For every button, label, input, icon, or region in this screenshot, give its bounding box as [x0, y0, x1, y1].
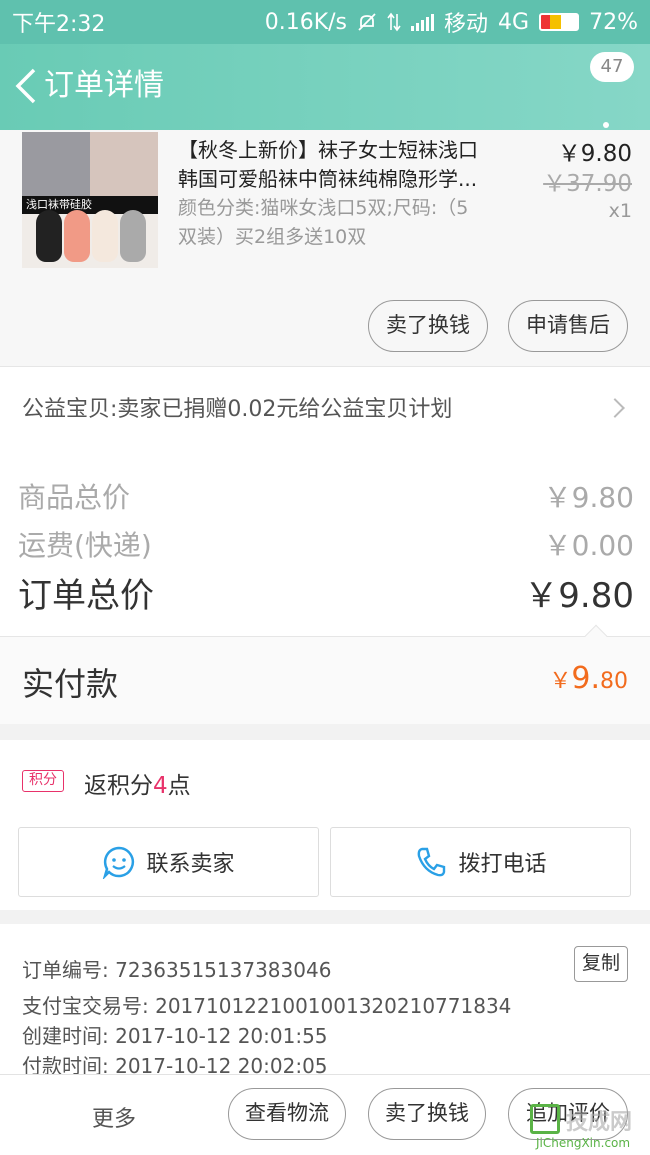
product-thumbnail[interactable]: 浅口袜带硅胶: [22, 132, 158, 268]
product-attributes: 颜色分类:猫咪女浅口5双;尺码:（5 双装）买2组多送10双: [178, 197, 469, 248]
data-transfer-icon: [387, 12, 401, 32]
back-arrow-icon[interactable]: [12, 66, 40, 106]
product-card[interactable]: 浅口袜带硅胶 【秋冬上新价】袜子女士短袜浅口 韩国可爱船袜中筒袜纯棉隐形学...…: [0, 130, 650, 366]
sell-again-button[interactable]: 卖了换钱: [368, 1088, 486, 1140]
status-time: 下午2:32: [12, 12, 106, 37]
order-total-row: 订单总价 ￥9.80: [18, 576, 634, 616]
carrier-name: 移动: [444, 12, 489, 37]
call-phone-button[interactable]: 拨打电话: [330, 827, 631, 897]
chat-smile-icon: [103, 846, 135, 879]
actual-payment-amount: ￥9.80: [549, 661, 628, 696]
chevron-right-icon: [605, 398, 625, 418]
points-badge: 积分: [22, 770, 64, 792]
message-count-badge[interactable]: 47: [590, 52, 634, 82]
created-time: 创建时间: 2017-10-12 20:01:55: [22, 1024, 328, 1048]
shipping-row: 运费(快递) ￥0.00: [18, 529, 634, 562]
network-type: 4G: [498, 9, 530, 35]
after-sale-button[interactable]: 申请售后: [508, 300, 628, 352]
alipay-trade-number: 支付宝交易号: 2017101221001001320210771834: [22, 994, 512, 1018]
order-info: 订单编号: 72363515137383046 复制 支付宝交易号: 20171…: [0, 924, 650, 1078]
sell-button[interactable]: 卖了换钱: [368, 300, 488, 352]
more-button[interactable]: 更多: [92, 1101, 136, 1133]
product-quantity: x1: [608, 200, 632, 222]
product-title[interactable]: 【秋冬上新价】袜子女士短袜浅口 韩国可爱船袜中筒袜纯棉隐形学...: [178, 136, 508, 194]
contact-seller-button[interactable]: 联系卖家: [18, 827, 319, 897]
order-number: 订单编号: 72363515137383046: [22, 958, 332, 982]
battery-icon: [539, 13, 580, 31]
signal-icon: [411, 13, 435, 31]
mute-icon: [358, 13, 376, 31]
product-price: ￥9.80: [557, 141, 632, 167]
page-title: 订单详情: [44, 68, 164, 103]
points-section: 积分 返积分4点 联系卖家 拨打电话: [0, 740, 650, 910]
copy-button[interactable]: 复制: [574, 946, 628, 982]
phone-icon: [418, 847, 446, 877]
nav-bar: 订单详情 47: [0, 44, 650, 146]
price-summary: 商品总价 ￥9.80 运费(快递) ￥0.00 订单总价 ￥9.80: [0, 454, 650, 636]
network-speed: 0.16K/s: [264, 9, 348, 35]
watermark-logo-icon: [530, 1104, 560, 1134]
view-logistics-button[interactable]: 查看物流: [228, 1088, 346, 1140]
watermark: 技成网 JiChengXin.com: [530, 1102, 648, 1152]
original-price: ￥37.90: [543, 171, 632, 197]
points-text: 返积分4点: [84, 773, 191, 799]
actual-payment-label: 实付款: [22, 665, 119, 703]
charity-text: 公益宝贝:卖家已捐赠0.02元给公益宝贝计划: [22, 397, 453, 422]
goods-total-row: 商品总价 ￥9.80: [18, 481, 634, 514]
charity-row[interactable]: 公益宝贝:卖家已捐赠0.02元给公益宝贝计划: [0, 366, 650, 454]
status-bar: 下午2:32 0.16K/s 移动 4G 72%: [0, 0, 650, 44]
battery-level: 72%: [589, 9, 638, 35]
actual-payment: 实付款 ￥9.80: [0, 624, 650, 724]
